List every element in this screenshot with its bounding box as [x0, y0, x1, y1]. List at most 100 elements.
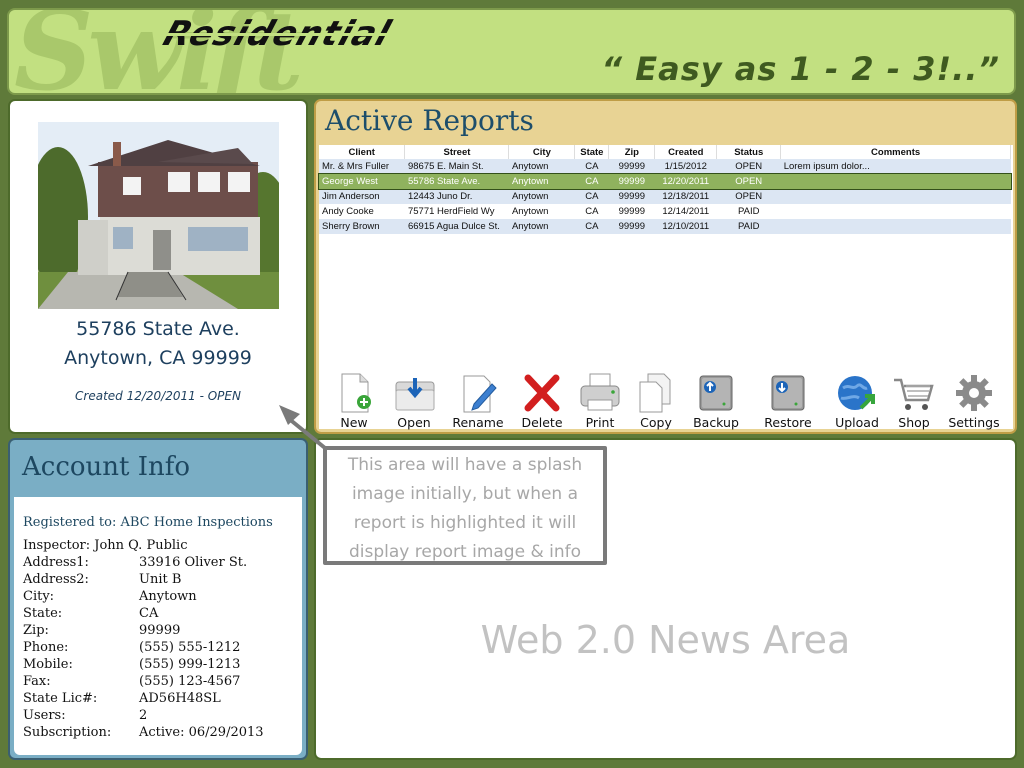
cell-street: 12443 Juno Dr.	[407, 191, 473, 202]
cell-created: 12/20/2011	[662, 176, 710, 187]
column-header-city[interactable]: City	[508, 145, 576, 159]
cell-created: 1/15/2012	[664, 161, 707, 172]
cell-city: Anytown	[511, 191, 549, 202]
account-field-row: Zip: 99999	[23, 622, 264, 639]
cell-city: Anytown	[511, 176, 549, 187]
report-toolbar: New Open Rename Delete Print Copy Backup…	[323, 372, 1013, 432]
cell-zip: 99999	[618, 206, 646, 217]
cell-client: Mr. & Mrs Fuller	[322, 161, 390, 172]
column-header-created[interactable]: Created	[654, 145, 718, 159]
field-value: 99999	[139, 623, 181, 638]
inspector-row: Inspector: John Q. Public	[23, 537, 264, 554]
copy-button[interactable]: Copy	[625, 372, 687, 432]
annotation-text: This area will have a splash image initi…	[327, 450, 603, 567]
property-preview-panel: 55786 State Ave. Anytown, CA 99999 Creat…	[8, 99, 308, 434]
copy-button-label: Copy	[640, 415, 672, 430]
rename-button-label: Rename	[452, 415, 504, 430]
backup-button-label: Backup	[693, 415, 739, 430]
cell-created: 12/18/2011	[662, 191, 710, 202]
print-button-label: Print	[585, 415, 615, 430]
field-value: (555) 123-4567	[139, 674, 241, 689]
brand-title: Residential	[158, 14, 397, 54]
rename-button[interactable]: Rename	[447, 372, 509, 432]
copy-icon	[634, 372, 678, 414]
shop-button[interactable]: Shop	[883, 372, 945, 432]
cell-status: PAID	[737, 206, 760, 217]
column-header-client[interactable]: Client	[319, 145, 406, 159]
cell-client: Sherry Brown	[322, 221, 380, 232]
delete-button[interactable]: Delete	[511, 372, 573, 432]
account-field-row: Phone: (555) 555-1212	[23, 639, 264, 656]
table-row[interactable]: Jim Anderson 12443 Juno Dr. Anytown CA 9…	[319, 189, 1011, 204]
account-field-row: Fax: (555) 123-4567	[23, 673, 264, 690]
new-document-icon	[332, 372, 376, 414]
cell-city: Anytown	[511, 206, 549, 217]
restore-drive-icon	[766, 372, 810, 414]
upload-button-label: Upload	[835, 415, 879, 430]
table-row[interactable]: Sherry Brown 66915 Agua Dulce St. Anytow…	[319, 219, 1011, 234]
restore-button[interactable]: Restore	[757, 372, 819, 432]
news-heading: Web 2.0 News Area	[480, 618, 851, 662]
column-header-state[interactable]: State	[574, 145, 610, 159]
cell-state: CA	[585, 176, 599, 187]
account-title: Account Info	[22, 452, 191, 482]
column-header-status[interactable]: Status	[716, 145, 782, 159]
annotation-line: report is highlighted it will	[353, 513, 577, 533]
cell-client: Andy Cooke	[322, 206, 374, 217]
printer-icon	[578, 372, 622, 414]
field-value: Unit B	[139, 572, 182, 587]
print-button[interactable]: Print	[569, 372, 631, 432]
account-info-panel: Account Info Registered to: ABC Home Ins…	[8, 438, 308, 760]
field-label: Users:	[23, 708, 66, 723]
cell-state: CA	[585, 161, 599, 172]
account-field-row: Subscription: Active: 06/29/2013	[23, 724, 264, 741]
active-reports-panel: Active Reports Client Street City State …	[314, 99, 1017, 434]
cell-street: 66915 Agua Dulce St.	[407, 221, 500, 232]
field-label: Phone:	[23, 640, 69, 655]
upload-globe-icon	[835, 372, 879, 414]
cell-state: CA	[585, 221, 599, 232]
table-row-selected[interactable]: George West 55786 State Ave. Anytown CA …	[318, 173, 1012, 190]
annotation-line: display report image & info	[349, 542, 581, 562]
column-header-comments[interactable]: Comments	[780, 145, 1011, 159]
cell-created: 12/14/2011	[662, 206, 710, 217]
cell-street: 75771 HerdField Wy	[407, 206, 495, 217]
open-button[interactable]: Open	[383, 372, 445, 432]
table-row[interactable]: Mr. & Mrs Fuller 98675 E. Main St. Anyto…	[319, 159, 1011, 174]
cell-comments: Lorem ipsum dolor...	[783, 161, 870, 172]
field-label: Address1:	[23, 555, 89, 570]
shop-button-label: Shop	[898, 415, 930, 430]
backup-button[interactable]: Backup	[685, 372, 747, 432]
annotation-line: This area will have a splash	[347, 455, 583, 475]
tagline: “ Easy as 1 - 2 - 3!..”	[601, 50, 1000, 88]
cell-status: PAID	[737, 221, 760, 232]
column-header-zip[interactable]: Zip	[608, 145, 656, 159]
cell-city: Anytown	[511, 221, 549, 232]
field-value: 33916 Oliver St.	[139, 555, 248, 570]
cell-comments	[781, 189, 1011, 204]
delete-x-icon	[520, 372, 564, 414]
cell-comments	[781, 204, 1011, 219]
account-field-row: State: CA	[23, 605, 264, 622]
cell-comments	[781, 174, 1011, 189]
cell-zip: 99999	[618, 161, 646, 172]
field-label: State Lic#:	[23, 691, 98, 706]
cell-zip: 99999	[618, 176, 646, 187]
new-button-label: New	[340, 415, 368, 430]
open-button-label: Open	[397, 415, 431, 430]
field-value: (555) 999-1213	[139, 657, 241, 672]
account-field-row: Address2: Unit B	[23, 571, 264, 588]
annotation-callout: This area will have a splash image initi…	[323, 446, 607, 565]
table-row[interactable]: Andy Cooke 75771 HerdField Wy Anytown CA…	[319, 204, 1011, 219]
new-button[interactable]: New	[323, 372, 385, 432]
cell-comments	[781, 219, 1011, 234]
field-label: Address2:	[23, 572, 89, 587]
table-header-row: Client Street City State Zip Created Sta…	[319, 145, 1011, 159]
settings-button[interactable]: Settings	[943, 372, 1005, 432]
field-label: State:	[23, 606, 63, 621]
account-details: Registered to: ABC Home Inspections Insp…	[14, 497, 302, 755]
house-photo	[38, 122, 279, 309]
reports-title: Active Reports	[325, 104, 534, 137]
column-header-street[interactable]: Street	[404, 145, 510, 159]
upload-button[interactable]: Upload	[826, 372, 888, 432]
